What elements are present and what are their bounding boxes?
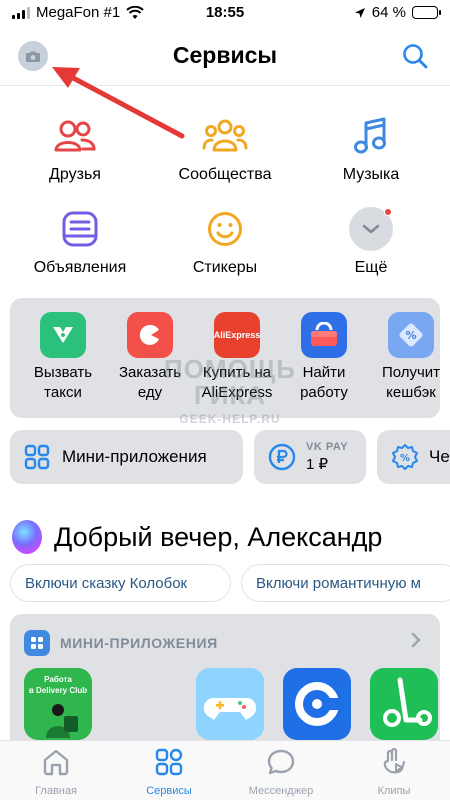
scooter-icon [383,677,432,727]
grid-icon [24,444,50,470]
chevron-down-icon [362,224,380,234]
cashback-pill-label: Че [429,447,450,466]
quick-action-label: Найти работу [300,364,348,401]
greeting-row: Добрый вечер, Александр [12,520,382,554]
bottom-tab-bar: Главная Сервисы Мессенджер Клипы [0,740,450,800]
games-app[interactable] [196,668,264,740]
service-label: Стикеры [192,259,258,276]
greeting-text: Добрый вечер, Александр [54,521,383,552]
quick-actions-card: Вызвать такси Заказать еду AliExpress Ку… [10,298,440,418]
chevron-right-icon[interactable] [410,632,422,648]
ruble-icon [268,443,296,471]
quick-action-label: Купить на AliExpress [201,364,273,401]
quick-action-taxi[interactable]: Вызвать такси [18,312,108,403]
service-music[interactable]: Музыка [296,112,446,184]
service-classifieds[interactable]: Объявления [5,205,155,277]
courier-icon [46,704,78,738]
cyberpay-app[interactable] [283,668,351,740]
service-more[interactable]: Ещё [296,205,446,277]
services-icon [155,748,183,776]
tab-clips[interactable]: Клипы [349,747,439,797]
tab-services[interactable]: Сервисы [124,747,214,797]
clips-icon [383,747,406,774]
vkpay-text: VK PAY 1 ₽ [306,441,348,473]
battery-percent: 64 % [371,4,406,21]
tab-messenger[interactable]: Мессенджер [236,747,326,797]
battery-area: 64 % [354,4,441,21]
food-icon [127,312,173,358]
job-icon [301,312,347,358]
tab-label: Мессенджер [248,785,314,797]
messenger-icon [267,749,295,775]
mini-apps-header[interactable]: МИНИ-ПРИЛОЖЕНИЯ [24,630,218,656]
status-bar: MegaFon #1 18:55 64 % [0,0,450,28]
friends-icon [51,112,99,160]
discount-badge-icon: % [392,444,418,470]
grid-icon [24,630,50,656]
service-label: Сообщества [178,166,272,183]
service-friends[interactable]: Друзья [0,112,150,184]
page-title: Сервисы [172,42,278,68]
vkpay-pill[interactable]: VK PAY 1 ₽ [254,430,366,484]
c-logo-icon [295,682,339,726]
svg-text:%: % [405,329,416,342]
quick-action-label: Получит кешбэк [381,364,440,401]
service-label: Ещё [354,259,388,276]
cashback-icon: % [388,312,434,358]
vkpay-balance: 1 ₽ [306,456,329,473]
services-screen: MegaFon #1 18:55 64 % Сервисы Друзья Соо… [0,0,450,800]
cashback-pill[interactable]: % Че [377,430,450,484]
communities-icon [201,112,249,160]
tab-home[interactable]: Главная [11,747,101,797]
mini-apps-pill[interactable]: Мини-приложения [10,430,243,484]
svg-text:%: % [400,453,410,464]
classifieds-icon [56,205,104,253]
assistant-orb-icon[interactable] [12,520,42,554]
vkpay-title: VK PAY [306,441,349,453]
search-icon[interactable] [400,41,430,71]
suggestion-chip[interactable]: Включи сказку Колобок [10,564,231,602]
stickers-icon [201,205,249,253]
music-icon [347,112,395,160]
home-icon [43,749,69,776]
service-label: Друзья [49,166,101,183]
mini-apps-title: МИНИ-ПРИЛОЖЕНИЯ [60,635,218,651]
quick-action-aliexpress[interactable]: AliExpress Купить на AliExpress [192,312,282,403]
tab-label: Главная [35,785,77,797]
aliexpress-logo-text: AliExpress [213,330,261,340]
service-label: Объявления [33,259,127,276]
quick-action-cashback[interactable]: % Получит кешбэк [366,312,440,403]
suggestion-chip[interactable]: Включи романтичную м [241,564,450,602]
service-communities[interactable]: Сообщества [150,112,300,184]
battery-icon [412,6,441,19]
tab-label: Сервисы [146,785,192,797]
service-label: Музыка [342,166,400,183]
taxi-icon [40,312,86,358]
quick-action-label: Заказать еду [118,364,182,401]
delivery-club-text: Работа в Delivery Club [28,675,88,695]
gamepad-icon [196,668,264,740]
service-stickers[interactable]: Стикеры [150,205,300,277]
notification-dot [384,208,392,216]
quick-action-food[interactable]: Заказать еду [105,312,195,403]
delivery-club-app[interactable]: Работа в Delivery Club [24,668,92,740]
more-circle [349,207,393,251]
aliexpress-icon: AliExpress [214,312,260,358]
tab-label: Клипы [377,785,411,797]
location-icon [354,7,365,18]
more-button [347,205,395,253]
quick-action-job[interactable]: Найти работу [279,312,369,403]
mini-apps-pill-label: Мини-приложения [62,447,207,466]
top-header: Сервисы [0,28,450,86]
scooter-app[interactable] [370,668,438,740]
quick-action-label: Вызвать такси [33,364,93,401]
